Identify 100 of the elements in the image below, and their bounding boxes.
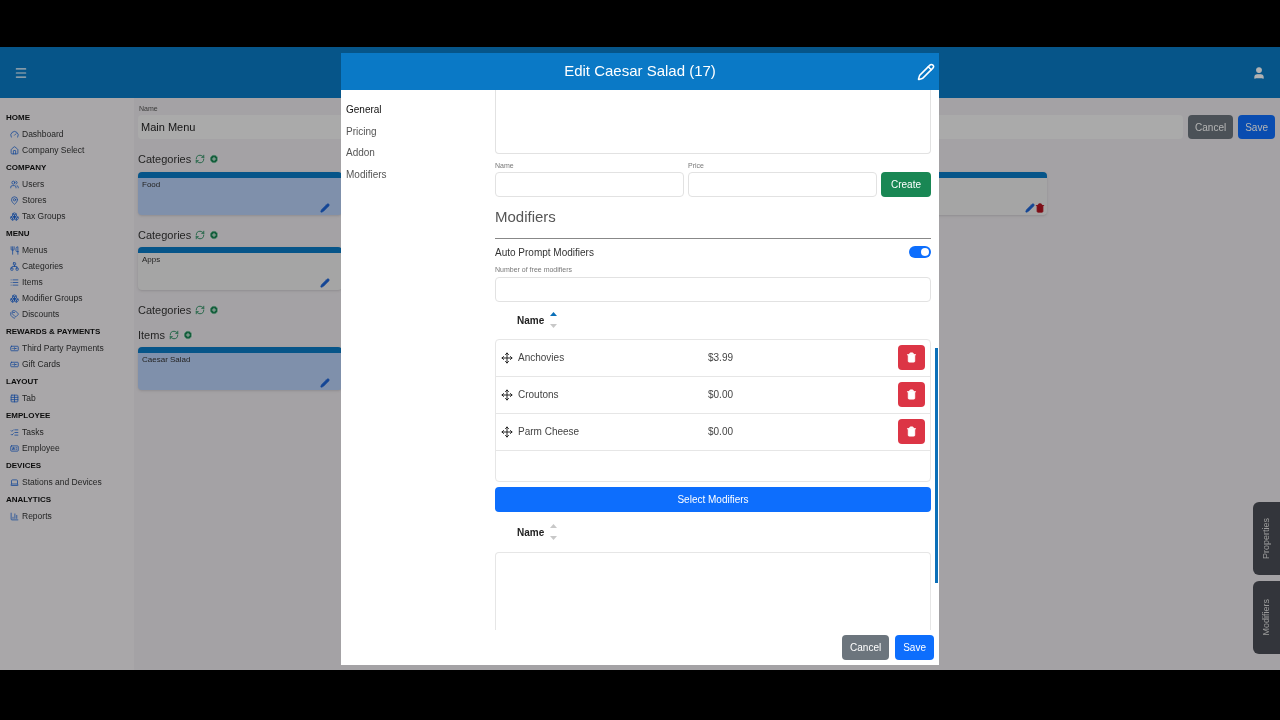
add-icon[interactable] (209, 154, 220, 165)
sidebar-item[interactable]: Company Select (6, 142, 134, 158)
card-title: Food (142, 178, 161, 191)
sidebar-item[interactable]: Stations and Devices (6, 474, 134, 490)
modifier-name: Anchovies (518, 351, 566, 366)
refresh-icon[interactable] (195, 229, 206, 240)
toggle-label: Auto Prompt Modifiers (495, 245, 594, 260)
trash-icon[interactable] (1035, 202, 1045, 213)
bar-chart-icon (10, 511, 19, 521)
trash-icon (906, 389, 917, 401)
id-card-icon (10, 443, 19, 453)
modifier-row[interactable]: Croutons $0.00 (496, 376, 930, 414)
section-title: Modifiers (495, 206, 931, 239)
house-icon (10, 145, 19, 155)
edit-icon[interactable] (320, 378, 330, 388)
list-icon (10, 277, 19, 287)
sidebar-item[interactable]: Tab (6, 390, 134, 406)
modifier-price: $0.00 (708, 425, 734, 440)
sidebar-item[interactable]: Tax Groups (6, 208, 134, 224)
sidebar-item[interactable]: Modifier Groups (6, 290, 134, 306)
sidebar-item[interactable]: Dashboard (6, 126, 134, 142)
trash-icon (906, 352, 917, 364)
card-title: Apps (142, 254, 161, 266)
sidebar-item[interactable]: Stores (6, 192, 134, 208)
side-tab[interactable]: Properties (1253, 502, 1280, 575)
drag-handle-icon[interactable] (501, 351, 513, 364)
section-title: HOME (6, 112, 31, 124)
toggle-switch[interactable] (909, 246, 931, 259)
card-title: Caesar Salad (142, 354, 191, 366)
section-title: DEVICES (6, 460, 43, 472)
sidebar-item[interactable]: Menus (6, 242, 134, 258)
edit-icon[interactable] (320, 202, 330, 213)
free-modifiers-field[interactable] (495, 277, 931, 302)
map-pin-icon (10, 195, 19, 205)
save-button[interactable]: Save (1238, 115, 1275, 139)
side-tab[interactable]: Modifiers (1253, 581, 1280, 654)
drag-handle-icon[interactable] (501, 388, 513, 401)
delete-button[interactable] (898, 419, 925, 445)
create-button[interactable]: Create (881, 172, 931, 198)
drag-handle-icon[interactable] (501, 425, 513, 438)
sidebar-item[interactable]: Users (6, 176, 134, 192)
price-field[interactable] (688, 172, 877, 198)
cancel-button[interactable]: Cancel (842, 635, 890, 660)
menu-icon[interactable] (14, 65, 28, 80)
laptop-icon (10, 477, 19, 487)
description-field[interactable] (495, 90, 931, 154)
cancel-button[interactable]: Cancel (1188, 115, 1234, 139)
category-card[interactable]: Caesar Salad (138, 347, 342, 390)
nav-tab[interactable]: Addon (346, 142, 495, 164)
delete-button[interactable] (898, 345, 925, 371)
edit-icon[interactable] (1025, 202, 1035, 213)
section-title: MENU (6, 228, 31, 240)
modifier-price: $3.99 (708, 351, 734, 366)
sidebar-item[interactable]: Tasks (6, 424, 134, 440)
sidebar-item[interactable]: Employee (6, 440, 134, 456)
edit-icon[interactable] (320, 278, 330, 288)
category-card[interactable]: Food (138, 171, 342, 215)
sort-icon[interactable] (550, 311, 558, 330)
section-title: COMPANY (6, 162, 48, 174)
sidebar-item[interactable]: Discounts (6, 306, 134, 322)
category-card[interactable]: Apps (138, 247, 342, 290)
refresh-icon[interactable] (195, 305, 206, 316)
refresh-icon[interactable] (195, 154, 206, 165)
column-header[interactable]: Name (517, 524, 545, 540)
modifier-row[interactable]: Parm Cheese $0.00 (496, 413, 930, 451)
add-icon[interactable] (209, 305, 220, 316)
pencil-icon[interactable] (917, 63, 935, 81)
sidebar-item[interactable]: Items (6, 274, 134, 290)
save-button[interactable]: Save (895, 635, 934, 660)
sidebar-item[interactable]: Gift Cards (6, 356, 134, 372)
modifier-row[interactable]: Anchovies $3.99 (496, 339, 930, 377)
column-header[interactable]: Name (517, 312, 545, 328)
sidebar-item[interactable]: Third Party Payments (6, 340, 134, 356)
refresh-icon[interactable] (168, 329, 179, 340)
nav-tab[interactable]: Pricing (346, 120, 495, 142)
user-icon[interactable] (1252, 65, 1266, 80)
section-title: EMPLOYEE (6, 410, 52, 422)
group-title: Items (138, 327, 165, 343)
boxes-icon (10, 211, 19, 221)
tags-icon (10, 309, 19, 319)
banknote-icon (10, 343, 19, 353)
add-icon[interactable] (182, 329, 193, 340)
hierarchy-icon (10, 261, 19, 271)
section-title: ANALYTICS (6, 494, 53, 506)
modifier-name: Croutons (518, 388, 560, 403)
nav-tab[interactable]: General (346, 99, 495, 121)
users-icon (10, 179, 19, 189)
modifier-name: Parm Cheese (518, 425, 581, 440)
sidebar-item[interactable]: Categories (6, 258, 134, 274)
dialog-title: Edit Caesar Salad (17) (564, 61, 716, 82)
modifier-price: $0.00 (708, 388, 734, 403)
table-icon (10, 393, 19, 403)
scrollbar-thumb[interactable] (935, 348, 938, 583)
sidebar-item[interactable]: Reports (6, 508, 134, 524)
nav-tab[interactable]: Modifiers (346, 163, 495, 185)
delete-button[interactable] (898, 382, 925, 408)
group-title: Categories (138, 303, 192, 318)
add-icon[interactable] (209, 229, 220, 240)
select-modifiers-button[interactable]: Select Modifiers (495, 487, 931, 513)
name-field[interactable] (495, 172, 684, 198)
